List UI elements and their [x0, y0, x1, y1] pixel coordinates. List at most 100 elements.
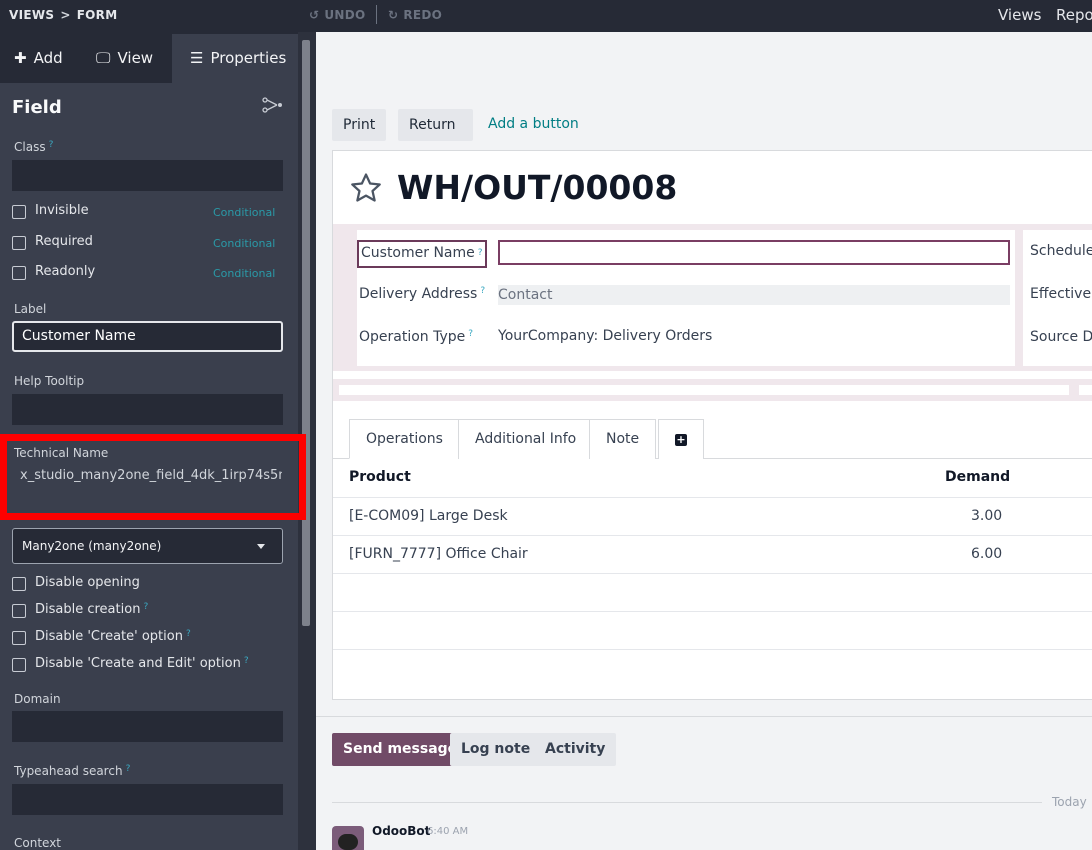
- customer-name-label[interactable]: Customer Name?: [357, 240, 487, 268]
- class-input[interactable]: [12, 160, 283, 191]
- date-divider-label: Today: [1052, 795, 1087, 809]
- tab-add[interactable]: ✚ Add: [14, 34, 63, 83]
- typeahead-label: Typeahead search?: [14, 764, 131, 778]
- monitor-icon: 🖵: [96, 49, 111, 67]
- breadcrumb-views[interactable]: VIEWS: [9, 8, 54, 22]
- delivery-address-input[interactable]: Contact: [498, 285, 1010, 305]
- undo-label: UNDO: [324, 8, 366, 22]
- widget-select[interactable]: Many2one (many2one): [12, 528, 283, 564]
- product-cell: [E-COM09] Large Desk: [349, 508, 508, 524]
- technical-name-input[interactable]: x_studio_many2one_field_4dk_1irp74s5n: [12, 460, 283, 491]
- views-menu[interactable]: Views: [998, 6, 1041, 24]
- operation-type-label[interactable]: Operation Type?: [359, 329, 473, 345]
- disable-creation-label: Disable creation?: [35, 602, 149, 617]
- label-input[interactable]: Customer Name: [12, 321, 283, 352]
- help-icon: ?: [243, 656, 249, 666]
- column-product[interactable]: Product: [349, 469, 411, 485]
- message-author[interactable]: OdooBot: [372, 824, 430, 838]
- breadcrumb: VIEWS > FORM: [9, 8, 117, 22]
- tab-view-label: View: [117, 49, 154, 67]
- readonly-checkbox[interactable]: [12, 266, 26, 280]
- table-row-empty: [333, 611, 1092, 649]
- table-row-empty: [333, 649, 1092, 687]
- scheduled-date-label[interactable]: Schedulec: [1030, 243, 1092, 259]
- properties-panel: Field Class? Invisible Conditional Requi…: [0, 83, 298, 850]
- log-note-button[interactable]: Log note: [450, 733, 542, 766]
- invisible-checkbox[interactable]: [12, 205, 26, 219]
- context-label: Context: [14, 836, 62, 850]
- avatar[interactable]: [332, 826, 364, 850]
- tab-properties[interactable]: ☰ Properties: [172, 34, 298, 83]
- label-label: Label: [14, 302, 47, 316]
- add-tab-button[interactable]: +: [658, 419, 704, 459]
- reports-menu[interactable]: Repor: [1056, 6, 1092, 24]
- star-icon[interactable]: [349, 171, 383, 205]
- required-label: Required: [35, 234, 93, 249]
- tab-properties-label: Properties: [210, 49, 287, 67]
- sidebar-tabs: ✚ Add 🖵 View ☰ Properties: [0, 34, 298, 83]
- redo-button[interactable]: ↻ REDO: [388, 8, 442, 22]
- required-checkbox[interactable]: [12, 236, 26, 250]
- demand-cell: 3.00: [971, 508, 1003, 524]
- column-demand[interactable]: Demand: [945, 469, 1010, 485]
- record-reference: WH/OUT/00008: [397, 168, 678, 207]
- chatter-divider: [316, 716, 1092, 717]
- required-conditional-link[interactable]: Conditional: [213, 237, 275, 250]
- help-icon: ?: [143, 602, 149, 612]
- product-cell: [FURN_7777] Office Chair: [349, 546, 528, 562]
- customer-name-input[interactable]: [498, 240, 1010, 265]
- help-icon: ?: [185, 629, 191, 639]
- studio-sidebar: ✚ Add 🖵 View ☰ Properties Field Class? Invi…: [0, 32, 316, 850]
- disable-creation-checkbox[interactable]: [12, 604, 26, 618]
- plus-icon: ✚: [14, 49, 27, 67]
- invisible-conditional-link[interactable]: Conditional: [213, 206, 275, 219]
- disable-opening-label: Disable opening: [35, 575, 140, 590]
- table-row[interactable]: [E-COM09] Large Desk 3.00: [333, 497, 1092, 535]
- undo-icon: ↺: [309, 8, 320, 22]
- widget-select-value: Many2one (many2one): [22, 539, 162, 553]
- undo-button[interactable]: ↺ UNDO: [309, 8, 366, 22]
- help-tooltip-label: Help Tooltip: [14, 374, 85, 388]
- help-icon: ?: [477, 248, 483, 258]
- branch-icon[interactable]: [262, 97, 284, 113]
- domain-input[interactable]: [12, 711, 283, 742]
- plus-square-icon: +: [675, 433, 687, 446]
- tab-view[interactable]: 🖵 View: [96, 34, 153, 83]
- breadcrumb-separator: >: [60, 8, 71, 22]
- table-row-empty: [333, 573, 1092, 611]
- tab-note[interactable]: Note: [589, 419, 657, 459]
- source-document-label[interactable]: Source Do: [1030, 329, 1092, 345]
- activity-button[interactable]: Activity: [534, 733, 617, 766]
- invisible-label: Invisible: [35, 203, 89, 218]
- operation-type-value[interactable]: YourCompany: Delivery Orders: [498, 328, 712, 344]
- typeahead-input[interactable]: [12, 784, 283, 815]
- caret-down-icon: [257, 544, 265, 549]
- disable-opening-checkbox[interactable]: [12, 577, 26, 591]
- tab-operations[interactable]: Operations: [349, 419, 460, 459]
- readonly-conditional-link[interactable]: Conditional: [213, 267, 275, 280]
- disable-create-checkbox[interactable]: [12, 631, 26, 645]
- delivery-address-label[interactable]: Delivery Address?: [359, 286, 485, 302]
- redo-label: REDO: [403, 8, 443, 22]
- help-icon: ?: [480, 286, 486, 296]
- help-icon: ?: [125, 764, 131, 774]
- technical-name-label: Technical Name: [14, 446, 109, 460]
- help-icon: ?: [48, 140, 54, 150]
- send-message-button[interactable]: Send message: [332, 733, 469, 766]
- add-button-link[interactable]: Add a button: [488, 116, 579, 132]
- sidebar-scrollbar-thumb[interactable]: [302, 40, 310, 626]
- tab-additional-info[interactable]: Additional Info: [458, 419, 594, 459]
- bot-face-icon: [338, 834, 358, 850]
- effective-date-label[interactable]: Effective: [1030, 286, 1091, 302]
- message-time: 6:40 AM: [427, 826, 469, 837]
- help-tooltip-input[interactable]: [12, 394, 283, 425]
- return-button[interactable]: Return: [398, 109, 473, 141]
- top-bar: VIEWS > FORM ↺ UNDO ↻ REDO Views Repor: [0, 0, 1092, 32]
- panel-heading: Field: [12, 97, 62, 118]
- table-row[interactable]: [FURN_7777] Office Chair 6.00: [333, 535, 1092, 573]
- form-sheet: WH/OUT/00008 Customer Name? Delivery Add…: [332, 150, 1092, 700]
- class-label: Class?: [14, 140, 54, 154]
- print-button[interactable]: Print: [332, 109, 387, 141]
- disable-create-edit-checkbox[interactable]: [12, 658, 26, 672]
- field-group-strip: [333, 379, 1092, 401]
